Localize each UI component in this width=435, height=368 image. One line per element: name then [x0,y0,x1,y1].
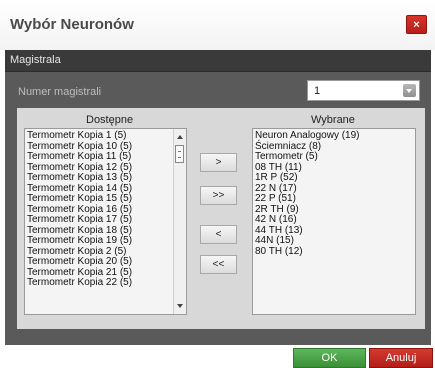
list-item[interactable]: 22 P (51) [253,193,360,205]
list-item[interactable]: Termometr Kopia 1 (5) [25,130,132,142]
list-item[interactable]: Termometr Kopia 11 (5) [25,151,132,163]
list-item[interactable]: Neuron Analogowy (19) [253,130,360,142]
list-item[interactable]: 80 TH (12) [253,246,360,258]
selected-items: Neuron Analogowy (19) Ściemniacz (8) Termo… [253,130,360,258]
remove-button[interactable]: < [200,225,237,244]
bus-number-label: Numer magistrali [18,86,102,98]
list-item[interactable]: Termometr Kopia 13 (5) [25,172,132,184]
close-icon: × [413,18,420,31]
available-title: Dostępne [86,114,134,126]
section-header: Magistrala [5,50,431,72]
list-item[interactable]: Termometr Kopia 17 (5) [25,214,132,226]
list-item[interactable]: 42 N (16) [253,214,360,226]
selected-title: Wybrane [311,114,355,126]
list-item[interactable]: Termometr (5) [253,151,360,163]
list-item[interactable]: Termometr Kopia 22 (5) [25,277,132,289]
bus-number-value: 1 [314,85,321,97]
list-item[interactable]: Termometr Kopia 15 (5) [25,193,132,205]
available-items: Termometr Kopia 1 (5) Termometr Kopia 10 … [25,130,132,289]
list-item[interactable]: Termometr Kopia 20 (5) [25,256,132,268]
scroll-down-icon[interactable] [177,304,183,308]
remove-all-button[interactable]: << [200,255,237,274]
add-all-button[interactable]: >> [200,186,237,205]
list-item[interactable]: 44N (15) [253,235,360,247]
scroll-up-icon[interactable] [177,135,183,139]
chevron-down-icon[interactable] [403,84,416,97]
section-title: Magistrala [10,54,61,66]
close-button[interactable]: × [406,15,427,34]
scroll-thumb[interactable] [175,145,184,163]
available-list[interactable]: Termometr Kopia 1 (5) Termometr Kopia 10 … [24,128,187,315]
list-item[interactable]: 1R P (52) [253,172,360,184]
dialog-titlebar: Wybór Neuronów × [0,0,435,50]
available-scrollbar[interactable] [173,129,186,314]
dialog-title: Wybór Neuronów [10,16,134,33]
list-item[interactable]: Termometr Kopia 19 (5) [25,235,132,247]
cancel-button[interactable]: Anuluj [369,348,433,368]
add-button[interactable]: > [200,153,237,172]
bus-number-select[interactable]: 1 [307,80,420,101]
selected-list[interactable]: Neuron Analogowy (19) Ściemniacz (8) Termo… [252,128,416,315]
ok-button[interactable]: OK [293,348,366,368]
